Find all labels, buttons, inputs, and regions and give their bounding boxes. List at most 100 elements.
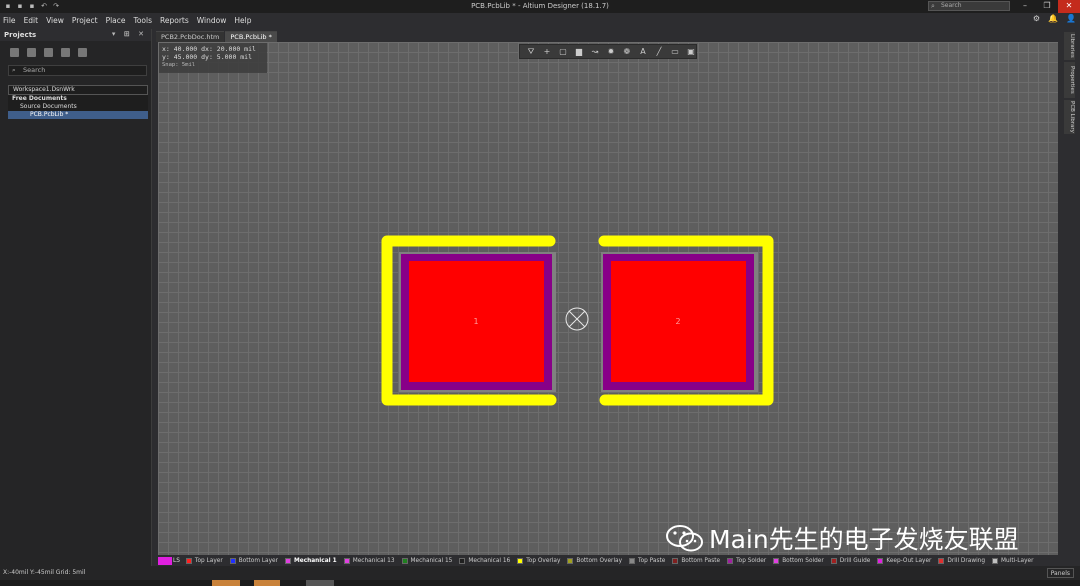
status-bar: X:-40mil Y:-45mil Grid: 5mil Panels xyxy=(0,566,1080,580)
projects-search-input[interactable]: ⌕ Search xyxy=(8,65,147,76)
layer-tab[interactable]: Mechanical 15 xyxy=(401,557,453,564)
notifications-icon[interactable]: 🔔 xyxy=(1048,14,1058,23)
projects-panel: Projects ▾ ⊞ ✕ ⌕ Search Workspace1.DsnWr… xyxy=(0,29,152,566)
tree-item-source-documents[interactable]: Source Documents xyxy=(8,103,148,111)
right-panel-strip: Libraries Properties PCB Library xyxy=(1059,29,1080,566)
menu-project[interactable]: Project xyxy=(72,16,98,25)
close-button[interactable]: ✕ xyxy=(1058,0,1080,13)
menu-place[interactable]: Place xyxy=(106,16,126,25)
layer-color-swatch xyxy=(401,557,408,564)
pad2-designator: 2 xyxy=(675,317,680,326)
layer-color-swatch xyxy=(727,557,734,564)
menu-help[interactable]: Help xyxy=(234,16,251,25)
projects-search-placeholder: Search xyxy=(23,66,46,74)
tab-properties[interactable]: Properties xyxy=(1064,62,1075,98)
tab-pcb2-pcbdoc[interactable]: PCB2.PcbDoc.htm xyxy=(156,31,225,42)
panels-button[interactable]: Panels xyxy=(1046,568,1074,578)
document-tabs: PCB2.PcbDoc.htm PCB.PcbLib * xyxy=(156,31,278,42)
search-placeholder: Search xyxy=(941,2,962,9)
layer-tab-label: Top Solder xyxy=(736,557,767,564)
layer-tab-label: Drill Guide xyxy=(839,557,871,564)
layer-tab-label: Top Layer xyxy=(194,557,223,564)
pcb-editor-canvas[interactable]: x: 40.000 dx: 20.000 mil y: 45.000 dy: 5… xyxy=(158,42,1058,555)
layer-tab[interactable]: Bottom Layer xyxy=(229,557,278,564)
layer-tab[interactable]: Keep-Out Layer xyxy=(877,557,932,564)
search-icon: ⌕ xyxy=(931,2,935,10)
layer-color-swatch xyxy=(229,557,236,564)
layer-tab[interactable]: Top Overlay xyxy=(517,557,560,564)
minimize-button[interactable]: – xyxy=(1014,0,1036,13)
layer-tab[interactable]: Drill Drawing xyxy=(938,557,986,564)
tab-pcb-pcblib[interactable]: PCB.PcbLib * xyxy=(225,31,277,42)
taskbar-item[interactable] xyxy=(254,580,280,586)
restore-button[interactable]: ❐ xyxy=(1036,0,1058,13)
watermark-text: Main先生的电子发烧友联盟 xyxy=(709,525,1019,554)
layer-color-swatch xyxy=(773,557,780,564)
layer-color-swatch xyxy=(672,557,679,564)
projects-panel-header: Projects ▾ ⊞ ✕ xyxy=(0,29,151,41)
menu-view[interactable]: View xyxy=(46,16,64,25)
layer-tab-label: Drill Drawing xyxy=(947,557,986,564)
layer-tab-label: Mechanical 16 xyxy=(468,557,511,564)
layer-tab[interactable]: Top Paste xyxy=(629,557,666,564)
settings-icon[interactable]: ⚙ xyxy=(1033,14,1040,23)
layer-tabs-bar: LS Top Layer Bottom Layer Mechanical 1 Mech… xyxy=(158,555,1080,566)
close-document-icon[interactable] xyxy=(61,47,70,57)
layer-tab-label: Bottom Paste xyxy=(681,557,721,564)
layer-tab[interactable]: Top Layer xyxy=(185,557,223,564)
user-icon[interactable]: 👤 xyxy=(1066,14,1076,23)
origin-marker-icon xyxy=(565,307,589,331)
save-project-icon[interactable] xyxy=(10,47,19,57)
layer-color-swatch xyxy=(629,557,636,564)
layer-tab[interactable]: Multi-Layer xyxy=(992,557,1034,564)
layer-tab[interactable]: Bottom Paste xyxy=(672,557,721,564)
footprint-drawing: 1 2 xyxy=(381,235,774,406)
layer-tab-label: Mechanical 15 xyxy=(410,557,453,564)
layer-tab[interactable]: Bottom Overlay xyxy=(567,557,623,564)
project-settings-icon[interactable] xyxy=(78,47,87,57)
layer-tab[interactable]: Bottom Solder xyxy=(773,557,824,564)
compile-icon[interactable] xyxy=(27,47,36,57)
tree-item-pcblib[interactable]: PCB.PcbLib * xyxy=(8,111,148,119)
panel-controls[interactable]: ▾ ⊞ ✕ xyxy=(112,30,147,38)
layer-set-swatch[interactable] xyxy=(158,556,172,565)
layer-tab-label: Multi-Layer xyxy=(1001,557,1034,564)
tree-item-free-documents[interactable]: Free Documents xyxy=(8,95,148,103)
layer-tab-label: Mechanical 1 xyxy=(294,557,337,564)
menu-tools[interactable]: Tools xyxy=(134,16,152,25)
layer-color-swatch xyxy=(567,557,574,564)
layer-tab[interactable]: Drill Guide xyxy=(830,557,871,564)
layer-color-swatch xyxy=(830,557,837,564)
menu-window[interactable]: Window xyxy=(197,16,227,25)
layer-tab[interactable]: Mechanical 13 xyxy=(343,557,395,564)
global-search-input[interactable]: ⌕ Search xyxy=(928,1,1010,11)
layer-tab-label: Top Paste xyxy=(638,557,666,564)
current-layer-indicator[interactable]: LS xyxy=(173,558,180,564)
tree-item-workspace[interactable]: Workspace1.DsnWrk xyxy=(8,85,148,95)
status-coordinates: X:-40mil Y:-45mil Grid: 5mil xyxy=(3,569,86,576)
layer-tab-label: Keep-Out Layer xyxy=(886,557,932,564)
taskbar-item[interactable] xyxy=(306,580,334,586)
layer-tab-label: Mechanical 13 xyxy=(352,557,395,564)
layer-color-swatch xyxy=(938,557,945,564)
menu-reports[interactable]: Reports xyxy=(160,16,189,25)
layer-tab-label: Bottom Overlay xyxy=(576,557,623,564)
window-title: PCB.PcbLib * - Altium Designer (18.1.7) xyxy=(471,2,609,10)
tab-libraries[interactable]: Libraries xyxy=(1064,32,1075,60)
projects-panel-title: Projects xyxy=(4,31,37,39)
menu-bar: File Edit View Project Place Tools Repor… xyxy=(0,13,1080,28)
layer-list: Top Layer Bottom Layer Mechanical 1 Mechani… xyxy=(185,557,1041,564)
add-document-icon[interactable] xyxy=(44,47,53,57)
menu-edit[interactable]: Edit xyxy=(24,16,39,25)
layer-color-swatch xyxy=(285,557,291,564)
layer-tab[interactable]: Top Solder xyxy=(727,557,767,564)
projects-toolbar xyxy=(0,41,151,63)
layer-color-swatch xyxy=(459,557,466,564)
menu-file[interactable]: File xyxy=(3,16,16,25)
pad1-designator: 1 xyxy=(473,317,478,326)
layer-tab-label: Bottom Solder xyxy=(782,557,824,564)
taskbar-item[interactable] xyxy=(212,580,240,586)
tab-pcb-library[interactable]: PCB Library xyxy=(1064,100,1075,134)
layer-tab[interactable]: Mechanical 1 xyxy=(285,557,337,564)
layer-tab[interactable]: Mechanical 16 xyxy=(459,557,511,564)
